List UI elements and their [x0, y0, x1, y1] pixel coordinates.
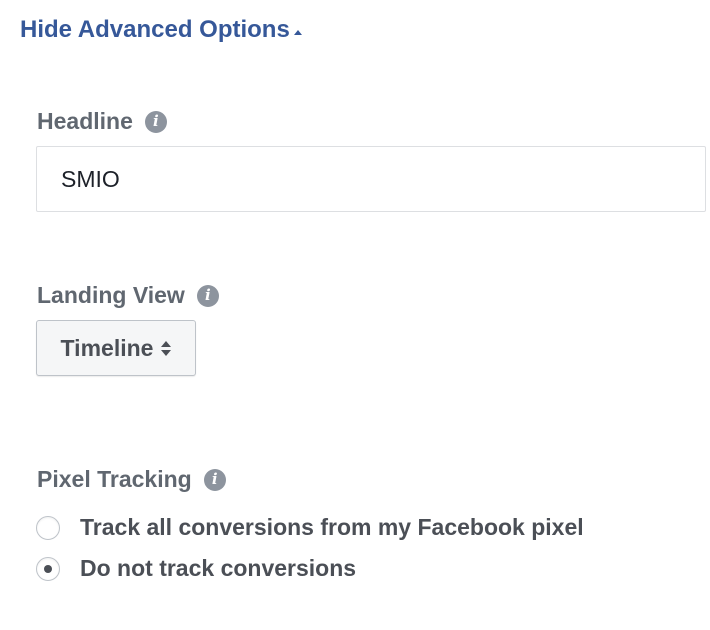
info-icon[interactable]: i — [196, 284, 219, 307]
radio-label: Do not track conversions — [80, 555, 357, 581]
info-icon[interactable]: i — [144, 110, 167, 133]
radio-button-checked[interactable] — [36, 556, 60, 581]
pixel-tracking-label-row: Pixel Tracking i — [37, 466, 226, 493]
radio-option-track-all[interactable]: Track all conversions from my Facebook p… — [36, 514, 584, 541]
radio-label: Track all conversions from my Facebook p… — [80, 514, 584, 540]
landing-view-select[interactable]: Timeline — [36, 320, 196, 376]
headline-label: Headline — [37, 108, 133, 134]
hide-advanced-options-link[interactable]: Hide Advanced Options — [20, 16, 302, 44]
hide-advanced-options-label: Hide Advanced Options — [20, 16, 290, 43]
info-icon[interactable]: i — [203, 468, 226, 491]
headline-label-row: Headline i — [37, 108, 167, 135]
radio-option-do-not-track[interactable]: Do not track conversions — [36, 555, 356, 582]
headline-input[interactable] — [36, 146, 706, 212]
landing-view-label-row: Landing View i — [37, 282, 219, 309]
pixel-tracking-label: Pixel Tracking — [37, 466, 192, 492]
advanced-options-panel: Hide Advanced Options Headline i Landing… — [0, 0, 710, 630]
radio-dot-icon — [44, 564, 52, 573]
landing-view-label: Landing View — [37, 282, 185, 308]
caret-up-icon — [293, 29, 302, 35]
radio-button-unchecked[interactable] — [36, 515, 60, 540]
updown-arrows-icon — [161, 340, 172, 356]
landing-view-selected-value: Timeline — [60, 334, 154, 361]
